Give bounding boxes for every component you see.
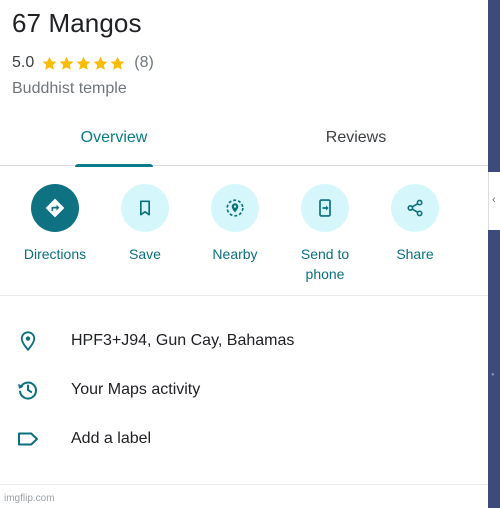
- chevron-left-icon: ‹: [492, 194, 496, 206]
- address-text: HPF3+J94, Gun Cay, Bahamas: [71, 332, 295, 349]
- tab-reviews[interactable]: Reviews: [300, 120, 412, 166]
- location-pin-icon: [16, 329, 40, 353]
- send-to-phone-icon: [319, 199, 331, 217]
- rating-row: 5.0 (8): [12, 54, 154, 72]
- star-icon: [93, 56, 108, 70]
- star-icon: [76, 56, 91, 70]
- star-icon: [110, 56, 125, 70]
- collapse-panel-handle[interactable]: ‹: [488, 172, 500, 230]
- rating-value: 5.0: [12, 54, 35, 71]
- share-label: Share: [396, 246, 434, 262]
- star-icon: [59, 56, 74, 70]
- send-to-phone-circle: [301, 184, 349, 232]
- tab-reviews-label: Reviews: [325, 129, 387, 146]
- save-label: Save: [129, 246, 161, 262]
- bookmark-icon: [140, 200, 150, 216]
- share-icon: [407, 199, 423, 217]
- star-rating: [41, 55, 126, 72]
- review-count-link[interactable]: (8): [134, 54, 154, 72]
- nearby-button[interactable]: Nearby: [190, 184, 280, 264]
- nearby-circle: [211, 184, 259, 232]
- directions-icon: [45, 198, 65, 218]
- place-title: 67 Mangos: [12, 8, 142, 38]
- star-icon: [42, 56, 57, 70]
- label-icon: [16, 427, 40, 451]
- address-row[interactable]: HPF3+J94, Gun Cay, Bahamas: [0, 316, 488, 366]
- watermark: imgflip.com: [4, 493, 55, 504]
- add-label-text: Add a label: [71, 430, 152, 447]
- maps-activity-row[interactable]: Your Maps activity: [0, 365, 488, 415]
- directions-label: Directions: [23, 246, 87, 262]
- place-panel: 67 Mangos 5.0 (8) Buddhist temple Overvi…: [0, 0, 488, 508]
- nearby-label: Nearby: [212, 246, 258, 262]
- action-buttons: Directions Save Nearby Send to phone Sha…: [0, 166, 488, 296]
- add-label-row[interactable]: Add a label: [0, 414, 488, 464]
- send-to-phone-label: Send to phone: [300, 246, 350, 282]
- tab-overview[interactable]: Overview: [58, 120, 170, 167]
- nearby-icon: [226, 199, 244, 217]
- send-to-phone-button[interactable]: Send to phone: [280, 184, 370, 284]
- history-icon: [16, 378, 40, 402]
- save-button[interactable]: Save: [100, 184, 190, 264]
- place-category[interactable]: Buddhist temple: [12, 80, 127, 98]
- map-marker-icon: ●: [491, 372, 495, 378]
- directions-circle: [31, 184, 79, 232]
- save-circle: [121, 184, 169, 232]
- divider: [0, 484, 488, 485]
- share-button[interactable]: Share: [370, 184, 460, 264]
- tab-bar: Overview Reviews: [0, 120, 488, 167]
- share-circle: [391, 184, 439, 232]
- tab-overview-label: Overview: [80, 129, 148, 146]
- map-edge: ‹ ●: [488, 0, 500, 508]
- maps-activity-text: Your Maps activity: [71, 381, 201, 398]
- directions-button[interactable]: Directions: [10, 184, 100, 264]
